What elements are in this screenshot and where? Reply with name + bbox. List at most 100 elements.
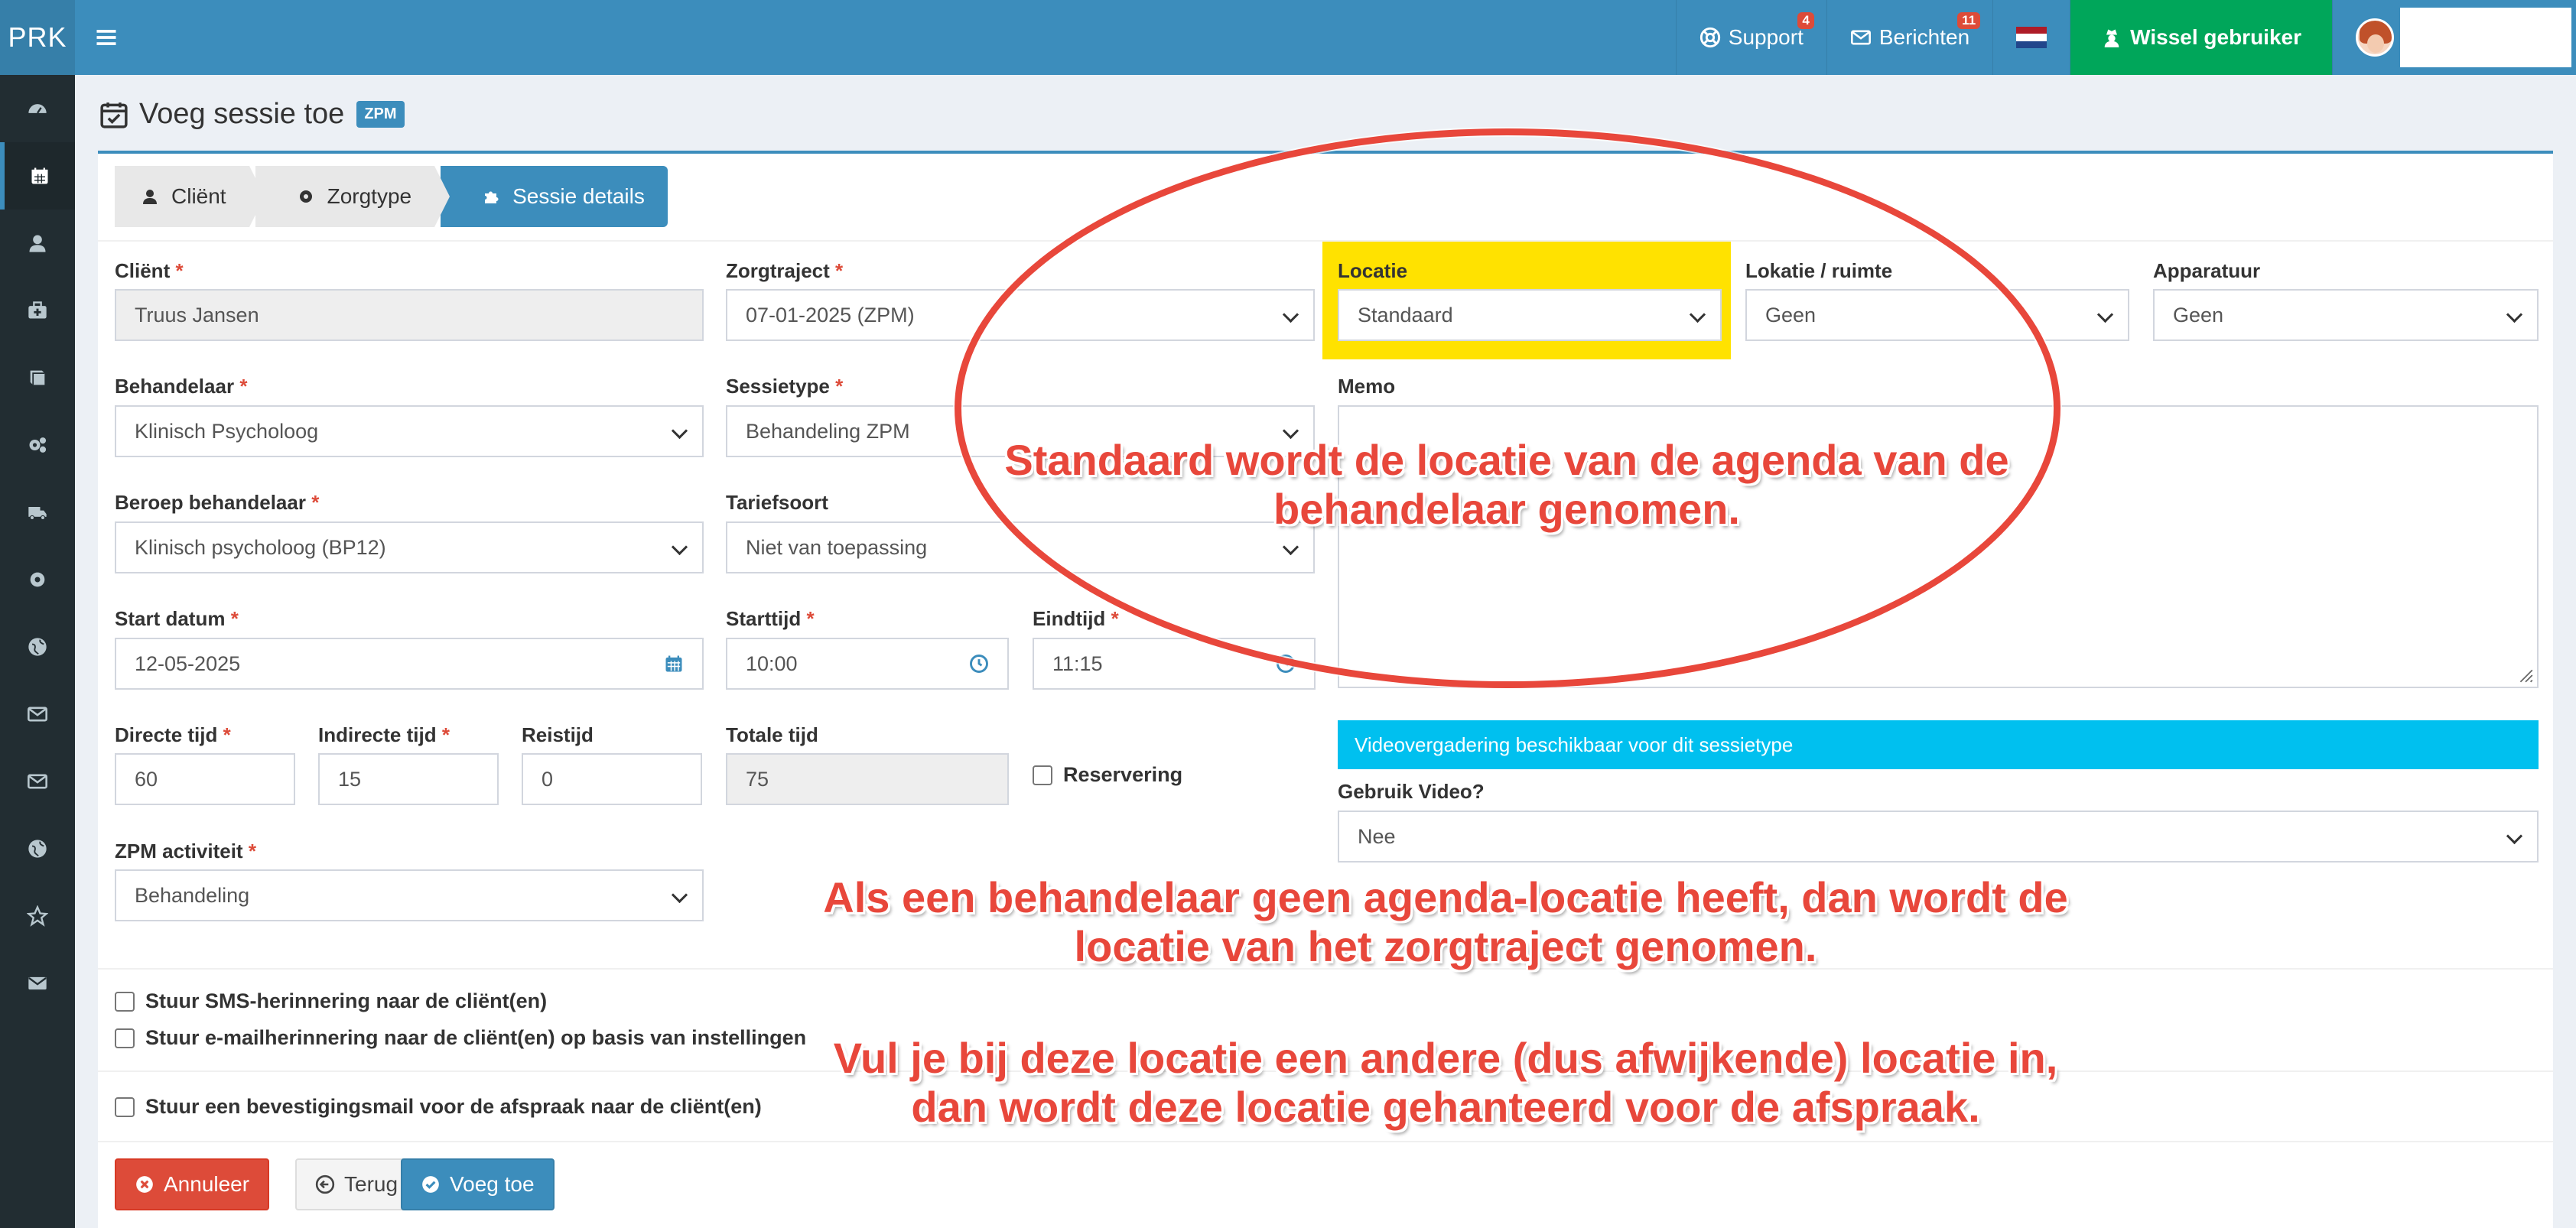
locatie-select[interactable]: Standaard	[1338, 289, 1722, 341]
behandelaar-select[interactable]: Klinisch Psycholoog	[115, 405, 704, 457]
wizard-step-client[interactable]: Cliënt	[115, 166, 265, 227]
wizard-step-zorgtype[interactable]: Zorgtype	[255, 166, 450, 227]
berichten-menu[interactable]: Berichten 11	[1826, 0, 1992, 75]
user-secret-icon	[2104, 29, 2119, 47]
starttijd-label: Starttijd *	[726, 607, 815, 630]
user-menu[interactable]	[2332, 0, 2576, 75]
sidebar-item-instellingen-groep[interactable]	[0, 411, 75, 479]
sidebar-item-instellingen[interactable]	[0, 546, 75, 613]
sidebar-item-globe-2[interactable]	[0, 815, 75, 882]
gebruik-video-label: Gebruik Video?	[1338, 780, 1485, 803]
sidebar-item-mail-2[interactable]	[0, 748, 75, 815]
reistijd-input[interactable]: 0	[522, 753, 702, 805]
sidebar-item-boek[interactable]	[0, 344, 75, 411]
sidebar-item-medisch[interactable]	[0, 277, 75, 344]
datepicker-button[interactable]	[646, 638, 704, 690]
calendar-icon	[665, 655, 682, 672]
sidebar-item-clienten[interactable]	[0, 210, 75, 277]
sms-reminder-row[interactable]: Stuur SMS-herinnering naar de cliënt(en)	[115, 989, 547, 1013]
zorgtraject-select[interactable]: 07-01-2025 (ZPM)	[726, 289, 1315, 341]
check-circle-icon	[422, 1176, 439, 1193]
behandelaar-label: Behandelaar *	[115, 375, 248, 398]
annotation-text-2: Als een behandelaar geen agenda-locatie …	[823, 873, 2068, 970]
voeg-toe-button[interactable]: Voeg toe	[401, 1158, 555, 1210]
truck-icon	[28, 507, 47, 521]
support-label: Support	[1728, 25, 1804, 49]
cogs-icon	[29, 437, 47, 453]
divider	[98, 1141, 2553, 1142]
tariefsoort-label: Tariefsoort	[726, 491, 828, 514]
resize-grip-icon[interactable]	[2517, 667, 2534, 684]
memo-label: Memo	[1338, 375, 1396, 398]
berichten-badge: 11	[1957, 12, 1981, 29]
gebruik-video-select[interactable]: Nee	[1338, 811, 2539, 863]
support-menu[interactable]: Support 4	[1675, 0, 1826, 75]
annuleer-button[interactable]: Annuleer	[115, 1158, 270, 1210]
times-circle-icon	[136, 1176, 153, 1193]
sidebar-item-agenda[interactable]	[0, 142, 75, 210]
sidebar-item-favorieten[interactable]	[0, 882, 75, 950]
directe-tijd-label: Directe tijd *	[115, 723, 231, 746]
dashboard-icon	[28, 104, 47, 114]
starttijd-input[interactable]: 10:00	[726, 638, 952, 690]
sms-reminder-label: Stuur SMS-herinnering naar de cliënt(en)	[145, 989, 548, 1012]
zpm-activiteit-label: ZPM activiteit *	[115, 840, 256, 863]
voeg-toe-label: Voeg toe	[450, 1172, 535, 1196]
zpm-activiteit-select[interactable]: Behandeling	[115, 869, 704, 921]
language-selector[interactable]	[1992, 0, 2070, 75]
sidebar-item-vervoer[interactable]	[0, 479, 75, 546]
life-ring-icon	[1699, 27, 1720, 48]
start-datum-input[interactable]: 12-05-2025	[115, 638, 647, 690]
envelope-outline-icon	[28, 707, 47, 722]
lokatie-ruimte-label: Lokatie / ruimte	[1745, 259, 1893, 282]
client-label: Cliënt *	[115, 259, 184, 282]
lokatie-ruimte-select[interactable]: Geen	[1745, 289, 2129, 341]
sidebar-item-dashboard[interactable]	[0, 75, 75, 142]
app-logo[interactable]: PRK	[0, 0, 75, 75]
sidebar-toggle-button[interactable]	[75, 0, 138, 75]
clock-icon	[1277, 655, 1295, 673]
starttijd-clock-button[interactable]	[951, 638, 1009, 690]
email-reminder-checkbox[interactable]	[115, 1028, 135, 1048]
annotation-text-3: Vul je bij deze locatie een andere (dus …	[833, 1034, 2058, 1131]
reservering-checkbox-row[interactable]: Reservering	[1033, 763, 1182, 787]
beroep-behandelaar-label: Beroep behandelaar *	[115, 491, 320, 514]
eindtijd-input[interactable]: 11:15	[1033, 638, 1259, 690]
sidebar	[0, 75, 75, 1228]
confirmation-mail-row[interactable]: Stuur een bevestigingsmail voor de afspr…	[115, 1095, 762, 1119]
annuleer-label: Annuleer	[164, 1172, 250, 1196]
eindtijd-clock-button[interactable]	[1257, 638, 1316, 690]
arrow-left-circle-icon	[315, 1174, 335, 1194]
confirmation-mail-checkbox[interactable]	[115, 1096, 135, 1117]
beroep-behandelaar-select[interactable]: Klinisch psycholoog (BP12)	[115, 521, 704, 573]
sidebar-item-mail-1[interactable]	[0, 681, 75, 748]
reservering-checkbox[interactable]	[1033, 765, 1052, 785]
wizard-step-zorgtype-label: Zorgtype	[327, 184, 412, 208]
gear-icon	[299, 190, 312, 203]
page-title: Voeg sessie toe	[139, 98, 345, 130]
sidebar-item-mail-3[interactable]	[0, 950, 75, 1017]
video-available-banner: Videovergadering beschikbaar voor dit se…	[1338, 720, 2539, 769]
email-reminder-row[interactable]: Stuur e-mailherinnering naar de cliënt(e…	[115, 1026, 806, 1050]
wissel-gebruiker-button[interactable]: Wissel gebruiker	[2070, 0, 2332, 75]
reistijd-label: Reistijd	[522, 723, 594, 746]
puzzle-icon	[485, 191, 499, 203]
locatie-label: Locatie	[1338, 259, 1408, 282]
apparatuur-select[interactable]: Geen	[2153, 289, 2539, 341]
directe-tijd-input[interactable]: 60	[115, 753, 295, 805]
top-navbar: PRK Support 4 Berichten 11 Wissel gebrui…	[0, 0, 2576, 75]
berichten-label: Berichten	[1878, 25, 1970, 49]
dutch-flag-icon	[2016, 27, 2047, 48]
terug-label: Terug	[344, 1172, 398, 1196]
totale-tijd-label: Totale tijd	[726, 723, 818, 746]
sidebar-item-globe-1[interactable]	[0, 613, 75, 681]
indirecte-tijd-input[interactable]: 15	[318, 753, 499, 805]
calendar-icon	[31, 167, 48, 184]
eindtijd-label: Eindtijd *	[1033, 607, 1119, 630]
sms-reminder-checkbox[interactable]	[115, 991, 135, 1012]
book-icon	[30, 370, 45, 385]
envelope-icon	[1850, 30, 1871, 45]
terug-button[interactable]: Terug	[295, 1158, 418, 1210]
zpm-badge: ZPM	[356, 101, 405, 128]
wizard-step-sessie-details[interactable]: Sessie details	[441, 166, 668, 227]
